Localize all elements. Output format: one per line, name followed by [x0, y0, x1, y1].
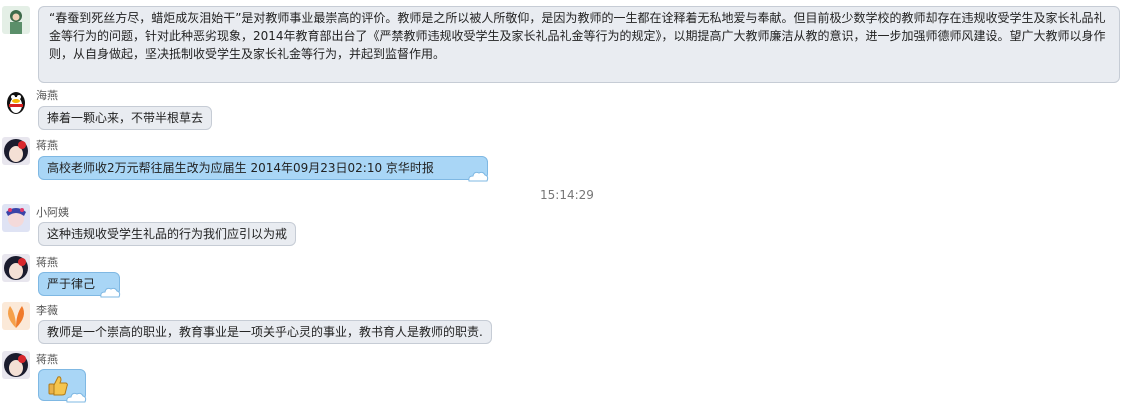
anime-avatar-icon — [2, 137, 30, 165]
message-bubble[interactable]: “春蚕到死丝方尽，蜡炬成灰泪始干”是对教师事业最崇高的评价。教师是之所以被人所敬… — [38, 6, 1120, 83]
penguin-avatar-icon — [2, 87, 30, 115]
message-bubble[interactable]: 捧着一颗心来，不带半根草去 — [38, 106, 213, 130]
avatar-user-1[interactable] — [2, 6, 30, 34]
message-text: 捧着一颗心来，不带半根草去 — [47, 111, 204, 125]
message-bubble[interactable]: 高校老师收2万元帮往届生改为应届生 2014年09月23日02:10 京华时报 — [38, 156, 489, 182]
message-bubble[interactable]: 教师是一个崇高的职业，教育事业是一项关乎心灵的事业，教书育人是教师的职责. — [38, 320, 492, 344]
message-text: 高校老师收2万元帮往届生改为应届生 2014年09月23日02:10 京华时报 — [47, 161, 434, 175]
avatar-jiangyan[interactable] — [2, 254, 30, 282]
flower-avatar-icon — [2, 302, 30, 330]
sender-name: 蒋燕 — [36, 353, 58, 366]
message-bubble[interactable]: 严于律己 — [38, 272, 121, 298]
avatar-jiangyan[interactable] — [2, 137, 30, 165]
sender-name: 小阿姨 — [36, 206, 69, 219]
sender-name: 蒋燕 — [36, 256, 58, 269]
avatar-jiangyan[interactable] — [2, 351, 30, 379]
message-bubble[interactable]: 这种违规收受学生礼品的行为我们应引以为戒 — [38, 222, 297, 246]
message-text: 严于律己 — [47, 277, 96, 291]
avatar-haiyan[interactable] — [2, 87, 30, 115]
message-text: “春蚕到死丝方尽，蜡炬成灰泪始干”是对教师事业最崇高的评价。教师是之所以被人所敬… — [49, 11, 1106, 61]
message-text: 这种违规收受学生礼品的行为我们应引以为戒 — [47, 227, 288, 241]
avatar-xiaoayi[interactable] — [2, 204, 30, 232]
opera-avatar-icon — [2, 204, 30, 232]
cloud-decoration-icon — [468, 171, 489, 182]
avatar-portrait-icon — [2, 6, 30, 34]
sender-name: 蒋燕 — [36, 139, 58, 152]
anime-avatar-icon — [2, 351, 30, 379]
avatar-liwei[interactable] — [2, 302, 30, 330]
cloud-decoration-icon — [66, 392, 87, 403]
sender-name: 李薇 — [36, 304, 58, 317]
message-text: 教师是一个崇高的职业，教育事业是一项关乎心灵的事业，教书育人是教师的职责. — [47, 325, 483, 339]
chat-timestamp: 15:14:29 — [540, 188, 594, 202]
sender-name: 海燕 — [36, 89, 58, 102]
anime-avatar-icon — [2, 254, 30, 282]
cloud-decoration-icon — [100, 287, 121, 298]
message-bubble[interactable] — [38, 369, 87, 403]
